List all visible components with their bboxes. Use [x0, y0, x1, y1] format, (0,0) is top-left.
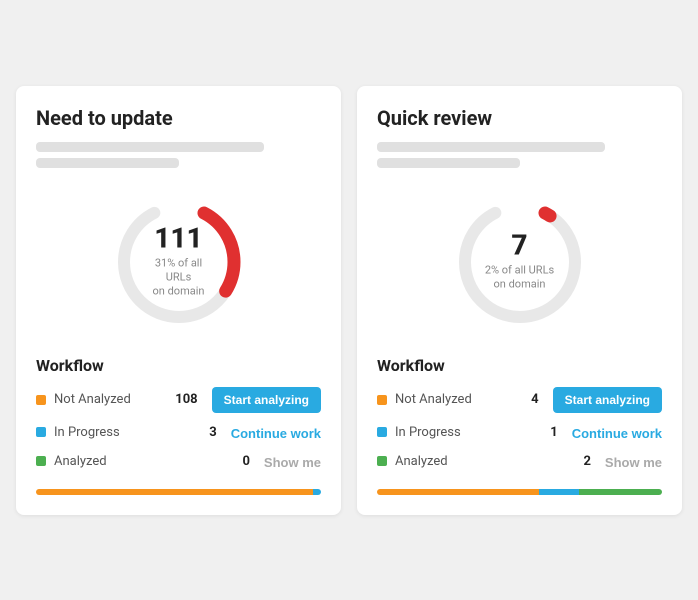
card-0-workflow-title: Workflow: [36, 356, 321, 375]
card-1-continue-work-button[interactable]: Continue work: [572, 426, 662, 441]
card-0-count: 111: [144, 224, 214, 252]
card-0-skeleton: [36, 142, 321, 168]
progress-segment-green: [579, 489, 662, 495]
card-1-pct-label: 2% of all URLson domain: [485, 263, 554, 292]
card-1-row-1-count: 1: [534, 425, 558, 440]
card-1: Quick review 7 2% of all URLson domain W…: [357, 86, 682, 515]
card-0-progress-bar: [36, 489, 321, 495]
card-1-donut-wrapper: 7 2% of all URLson domain: [377, 192, 662, 332]
dot-blue-icon: [36, 427, 46, 437]
skeleton-line-1: [36, 142, 264, 152]
card-0-donut-wrapper: 111 31% of all URLson domain: [36, 192, 321, 332]
card-1-row-1: In Progress 1 Continue work: [377, 423, 662, 442]
card-0-row-2: Analyzed 0 Show me: [36, 452, 321, 471]
dot-blue-icon: [377, 427, 387, 437]
card-1-row-1-label: In Progress: [395, 425, 526, 440]
card-1-row-0-count: 4: [515, 392, 539, 407]
card-0-donut: 111 31% of all URLson domain: [109, 192, 249, 332]
card-1-row-2: Analyzed 2 Show me: [377, 452, 662, 471]
card-1-row-2-label: Analyzed: [395, 454, 559, 469]
card-0-pct-label: 31% of all URLson domain: [144, 256, 214, 299]
card-0-row-2-label: Analyzed: [54, 454, 218, 469]
card-0-row-2-count: 0: [226, 454, 250, 469]
card-0-continue-work-button[interactable]: Continue work: [231, 426, 321, 441]
card-1-row-0-label: Not Analyzed: [395, 392, 507, 407]
card-1-show-me-button[interactable]: Show me: [605, 455, 662, 470]
skeleton-line-2: [36, 158, 179, 168]
card-1-start-analyzing-button[interactable]: Start analyzing: [553, 387, 662, 413]
card-1-donut: 7 2% of all URLson domain: [450, 192, 590, 332]
card-1-count: 7: [485, 231, 554, 259]
card-0: Need to update 111 31% of all URLson dom…: [16, 86, 341, 515]
card-1-workflow-title: Workflow: [377, 356, 662, 375]
card-0-row-1-label: In Progress: [54, 425, 185, 440]
card-0-row-0-count: 108: [174, 392, 198, 407]
card-1-title: Quick review: [377, 106, 662, 130]
card-0-row-1: In Progress 3 Continue work: [36, 423, 321, 442]
main-container: Need to update 111 31% of all URLson dom…: [0, 70, 698, 531]
card-1-skeleton: [377, 142, 662, 168]
card-0-row-0: Not Analyzed 108 Start analyzing: [36, 387, 321, 413]
progress-segment-blue: [313, 489, 321, 495]
dot-green-icon: [36, 456, 46, 466]
progress-segment-blue: [539, 489, 579, 495]
card-1-row-0: Not Analyzed 4 Start analyzing: [377, 387, 662, 413]
skeleton-line-1: [377, 142, 605, 152]
card-0-show-me-button[interactable]: Show me: [264, 455, 321, 470]
card-0-start-analyzing-button[interactable]: Start analyzing: [212, 387, 321, 413]
card-0-row-0-label: Not Analyzed: [54, 392, 166, 407]
dot-orange-icon: [36, 395, 46, 405]
progress-segment-orange: [36, 489, 313, 495]
skeleton-line-2: [377, 158, 520, 168]
card-1-workflow-rows: Not Analyzed 4 Start analyzing In Progress 1…: [377, 387, 662, 471]
card-1-row-2-count: 2: [567, 454, 591, 469]
progress-segment-orange: [377, 489, 539, 495]
dot-orange-icon: [377, 395, 387, 405]
card-1-progress-bar: [377, 489, 662, 495]
card-0-workflow-rows: Not Analyzed 108 Start analyzing In Progres…: [36, 387, 321, 471]
card-0-row-1-count: 3: [193, 425, 217, 440]
dot-green-icon: [377, 456, 387, 466]
card-0-title: Need to update: [36, 106, 321, 130]
